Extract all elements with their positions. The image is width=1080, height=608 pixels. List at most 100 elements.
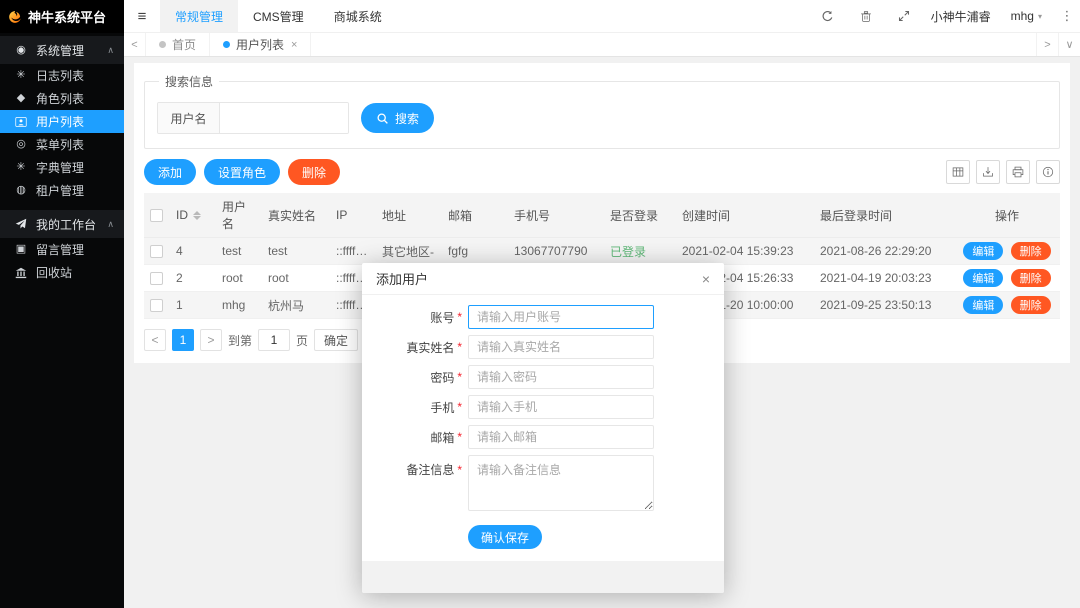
row-checkbox[interactable] [150, 272, 163, 285]
topbar-right: 小神牛浦睿 mhg ▾ ⋮ [809, 0, 1080, 32]
search-panel: 搜索信息 用户名 搜索 [144, 73, 1060, 149]
columns-filter-icon[interactable] [946, 160, 970, 184]
search-button-label: 搜索 [395, 110, 419, 127]
modal-close-icon[interactable]: × [702, 271, 710, 287]
cell-id: 1 [170, 292, 216, 319]
top-menu: 常规管理 CMS管理 商城系统 [160, 0, 397, 32]
org-name: 小神牛浦睿 [931, 8, 991, 25]
required-mark: * [457, 400, 462, 414]
status-badge: 已登录 [604, 238, 676, 265]
edit-button[interactable]: 编辑 [963, 296, 1003, 314]
topmenu-item-general[interactable]: 常规管理 [160, 0, 238, 32]
sidebar-item-menu-list[interactable]: ◎ 菜单列表 [0, 133, 124, 156]
tabs-menu-icon[interactable]: ∨ [1058, 33, 1080, 56]
email-input[interactable] [468, 425, 654, 449]
snowflake-icon: ✳ [14, 162, 28, 173]
refresh-icon[interactable] [809, 10, 847, 23]
col-username: 用户名 [216, 193, 262, 238]
set-role-button[interactable]: 设置角色 [204, 159, 280, 185]
prev-page-icon[interactable]: < [144, 329, 166, 351]
tabs-scroll-left-icon[interactable]: < [124, 33, 146, 56]
required-mark: * [457, 340, 462, 354]
confirm-save-button[interactable]: 确认保存 [468, 525, 542, 549]
realname-input[interactable] [468, 335, 654, 359]
sidebar-item-dict-manage[interactable]: ✳ 字典管理 [0, 156, 124, 179]
sort-icon[interactable] [193, 211, 201, 220]
add-user-modal: 添加用户 × 账号* 真实姓名* 密码* [362, 263, 724, 593]
sidebar-section-system[interactable]: ◉ 系统管理 ∧ [0, 36, 124, 64]
col-email: 邮箱 [442, 193, 508, 238]
field-label: 手机* [380, 399, 462, 416]
sidebar-item-recycle-bin[interactable]: 回收站 [0, 261, 124, 284]
row-delete-button[interactable]: 删除 [1011, 242, 1051, 260]
tabs-scroll-right-icon[interactable]: > [1036, 33, 1058, 56]
sidebar-item-user-list[interactable]: 用户列表 [0, 110, 124, 133]
sidebar-item-message-manage[interactable]: ▣ 留言管理 [0, 238, 124, 261]
username: mhg [1011, 9, 1034, 23]
field-label: 账号* [380, 309, 462, 326]
select-all-checkbox[interactable] [150, 209, 163, 222]
tab-home[interactable]: 首页 [146, 33, 210, 56]
account-input[interactable] [468, 305, 654, 329]
tab-dot [223, 41, 230, 48]
cell-realname: test [262, 238, 330, 265]
hamburger-icon[interactable]: ≡ [124, 0, 160, 32]
add-button[interactable]: 添加 [144, 159, 196, 185]
sidebar-item-log-list[interactable]: ✳ 日志列表 [0, 64, 124, 87]
row-checkbox[interactable] [150, 245, 163, 258]
field-label: 密码* [380, 369, 462, 386]
cell-last-login: 2021-04-19 20:03:23 [814, 265, 954, 292]
search-legend: 搜索信息 [159, 73, 219, 90]
sidebar-item-tenant-manage[interactable]: ◍ 租户管理 [0, 179, 124, 202]
cell-address: 其它地区- [376, 238, 442, 265]
more-vertical-icon[interactable]: ⋮ [1054, 8, 1080, 24]
fullscreen-icon[interactable] [885, 10, 923, 22]
sidebar-section-workbench[interactable]: 我的工作台 ∧ [0, 210, 124, 238]
edit-button[interactable]: 编辑 [963, 269, 1003, 287]
field-label: 邮箱* [380, 429, 462, 446]
brand-title: 神牛系统平台 [28, 7, 106, 26]
sidebar-item-label: 用户列表 [36, 113, 84, 130]
info-icon[interactable] [1036, 160, 1060, 184]
cell-last-login: 2021-09-25 23:50:13 [814, 292, 954, 319]
username-search-input[interactable] [220, 103, 348, 133]
print-icon[interactable] [1006, 160, 1030, 184]
password-input[interactable] [468, 365, 654, 389]
delete-button[interactable]: 删除 [288, 159, 340, 185]
col-realname: 真实姓名 [262, 193, 330, 238]
modal-title: 添加用户 [376, 269, 428, 288]
paper-plane-icon [14, 218, 28, 230]
row-delete-button[interactable]: 删除 [1011, 296, 1051, 314]
edit-button[interactable]: 编辑 [963, 242, 1003, 260]
sidebar-item-label: 菜单列表 [36, 136, 84, 153]
page-1-button[interactable]: 1 [172, 329, 194, 351]
topmenu-label: CMS管理 [253, 8, 304, 25]
tab-user-list[interactable]: 用户列表 × [210, 33, 311, 56]
tab-close-icon[interactable]: × [291, 39, 297, 51]
username-field-label: 用户名 [158, 103, 220, 133]
goto-page-input[interactable] [258, 329, 290, 351]
row-delete-button[interactable]: 删除 [1011, 269, 1051, 287]
topmenu-item-mall[interactable]: 商城系统 [319, 0, 397, 32]
sidebar-item-label: 角色列表 [36, 90, 84, 107]
sidebar-item-role-list[interactable]: ◆ 角色列表 [0, 87, 124, 110]
row-checkbox[interactable] [150, 299, 163, 312]
export-icon[interactable] [976, 160, 1000, 184]
next-page-icon[interactable]: > [200, 329, 222, 351]
sidebar-item-label: 日志列表 [36, 67, 84, 84]
search-button[interactable]: 搜索 [361, 103, 434, 133]
user-dropdown[interactable]: mhg ▾ [1011, 9, 1042, 23]
form-row-email: 邮箱* [380, 425, 706, 449]
topmenu-item-cms[interactable]: CMS管理 [238, 0, 319, 32]
goto-confirm-button[interactable]: 确定 [314, 329, 358, 351]
snowflake-icon: ✳ [14, 70, 28, 81]
goto-suffix: 页 [296, 332, 308, 349]
trash-icon[interactable] [847, 10, 885, 23]
form-row-phone: 手机* [380, 395, 706, 419]
phone-input[interactable] [468, 395, 654, 419]
picture-icon: ▣ [14, 244, 28, 255]
modal-header: 添加用户 × [362, 263, 724, 295]
tab-label: 用户列表 [236, 36, 284, 53]
remark-textarea[interactable] [468, 455, 654, 511]
user-card-icon [14, 116, 28, 128]
